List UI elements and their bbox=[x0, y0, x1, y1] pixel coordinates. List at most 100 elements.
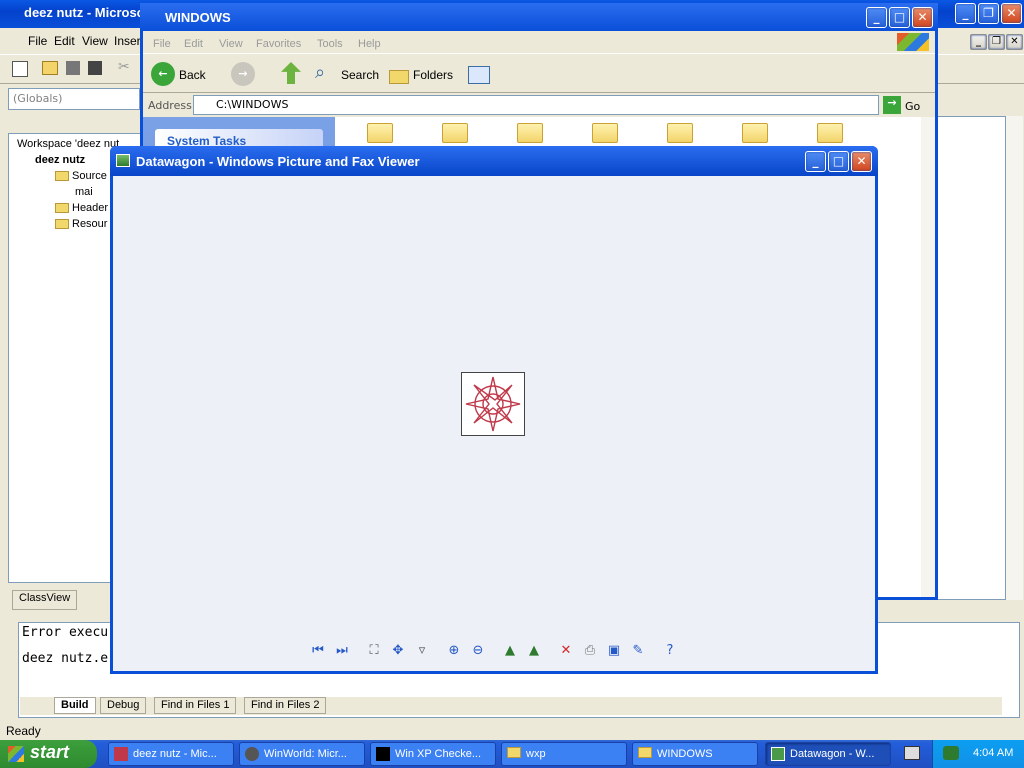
exp-menu-favorites[interactable]: Favorites bbox=[256, 38, 301, 50]
editor-scrollbar[interactable] bbox=[1006, 116, 1023, 600]
vc-menu-edit[interactable]: Edit bbox=[54, 34, 75, 48]
taskbar-item-winworld[interactable]: WinWorld: Micr... bbox=[239, 742, 365, 766]
tab-find-in-files-1[interactable]: Find in Files 1 bbox=[154, 697, 237, 714]
folder-icon[interactable] bbox=[667, 123, 693, 143]
windows-logo-icon bbox=[897, 33, 929, 51]
vc-close-button[interactable]: ✕ bbox=[1001, 3, 1022, 24]
rotate-cw-icon[interactable]: ▲ bbox=[501, 642, 519, 660]
vc-doc-close-button[interactable]: ✕ bbox=[1006, 34, 1023, 50]
slideshow-icon[interactable]: ▿ bbox=[413, 642, 431, 660]
start-button[interactable]: start bbox=[0, 740, 97, 768]
viewer-maximize-button[interactable]: □ bbox=[828, 151, 849, 172]
back-arrow-icon[interactable]: ← bbox=[151, 62, 175, 86]
vc-menu-insert[interactable]: Inser bbox=[114, 34, 141, 48]
explorer-menu-bar: File Edit View Favorites Tools Help bbox=[143, 31, 935, 53]
viewer-title: Datawagon - Windows Picture and Fax View… bbox=[136, 154, 420, 169]
vc-doc-minimize-button[interactable]: _ bbox=[970, 34, 987, 50]
zoom-in-icon[interactable]: ⊕ bbox=[445, 642, 463, 660]
folder-icon bbox=[55, 171, 69, 182]
taskbar-item-wxp[interactable]: wxp bbox=[501, 742, 627, 766]
exp-menu-edit[interactable]: Edit bbox=[184, 38, 203, 50]
clock[interactable]: 4:04 AM bbox=[973, 747, 1013, 759]
open-icon[interactable] bbox=[42, 61, 58, 75]
tree-header-files[interactable]: Header bbox=[55, 202, 108, 214]
explorer-title-bar[interactable]: WINDOWS bbox=[140, 3, 938, 31]
vc-menu-file[interactable]: File bbox=[28, 34, 47, 48]
taskbar-item-datawagon[interactable]: Datawagon - W... bbox=[765, 742, 891, 766]
vc-title: deez nutz - Microso bbox=[24, 5, 145, 20]
go-arrow-icon[interactable]: → bbox=[883, 96, 901, 114]
network-icon[interactable] bbox=[943, 746, 959, 760]
taskbar-item-checked[interactable]: Win XP Checke... bbox=[370, 742, 496, 766]
forward-arrow-icon[interactable]: → bbox=[231, 62, 255, 86]
tab-find-in-files-2[interactable]: Find in Files 2 bbox=[244, 697, 327, 714]
vc-doc-restore-button[interactable]: ❐ bbox=[988, 34, 1005, 50]
exp-menu-file[interactable]: File bbox=[153, 38, 171, 50]
rotate-ccw-icon[interactable]: ▲ bbox=[525, 642, 543, 660]
folder-icon bbox=[55, 219, 69, 230]
tree-source-files[interactable]: Source bbox=[55, 170, 107, 182]
edit-icon[interactable]: ✎ bbox=[629, 642, 647, 660]
browser-icon bbox=[245, 747, 259, 761]
viewer-close-button[interactable]: ✕ bbox=[851, 151, 872, 172]
viewer-minimize-button[interactable]: _ bbox=[805, 151, 826, 172]
folder-icon[interactable] bbox=[592, 123, 618, 143]
go-button[interactable]: Go bbox=[905, 100, 920, 113]
print-icon[interactable]: ⎙ bbox=[581, 642, 599, 660]
explorer-close-button[interactable]: ✕ bbox=[912, 7, 933, 28]
actual-size-icon[interactable]: ✥ bbox=[389, 642, 407, 660]
folder-icon[interactable] bbox=[817, 123, 843, 143]
explorer-minimize-button[interactable]: _ bbox=[866, 7, 887, 28]
address-label: Address bbox=[148, 99, 192, 112]
tab-debug[interactable]: Debug bbox=[100, 697, 147, 714]
next-icon[interactable]: ⏭ bbox=[333, 642, 351, 660]
save-all-icon[interactable] bbox=[88, 61, 102, 75]
cut-icon[interactable]: ✂ bbox=[118, 59, 130, 75]
back-button[interactable]: Back bbox=[179, 68, 206, 82]
picture-viewer-icon bbox=[771, 747, 785, 761]
vc-restore-button[interactable]: ❐ bbox=[978, 3, 999, 24]
taskbar-item-vc[interactable]: deez nutz - Mic... bbox=[108, 742, 234, 766]
tree-resource-files[interactable]: Resour bbox=[55, 218, 107, 230]
best-fit-icon[interactable]: ⛶ bbox=[365, 642, 383, 660]
explorer-toolbar: ← Back → ⌕ Search Folders bbox=[143, 53, 935, 93]
tree-project[interactable]: deez nutz bbox=[35, 154, 85, 166]
folders-icon[interactable] bbox=[389, 70, 409, 84]
tree-workspace[interactable]: Workspace 'deez nut bbox=[17, 138, 119, 150]
zoom-out-icon[interactable]: ⊖ bbox=[469, 642, 487, 660]
exp-menu-view[interactable]: View bbox=[219, 38, 243, 50]
delete-icon[interactable]: ✕ bbox=[557, 642, 575, 660]
vc-app-icon bbox=[114, 747, 128, 761]
system-tray: 4:04 AM bbox=[932, 740, 1024, 768]
explorer-maximize-button[interactable]: □ bbox=[889, 7, 910, 28]
folder-icon[interactable] bbox=[442, 123, 468, 143]
folder-icon[interactable] bbox=[517, 123, 543, 143]
search-button[interactable]: Search bbox=[341, 68, 379, 82]
previous-icon[interactable]: ⏮ bbox=[309, 642, 327, 660]
folder-icon[interactable] bbox=[367, 123, 393, 143]
viewer-title-bar[interactable]: Datawagon - Windows Picture and Fax View… bbox=[110, 146, 878, 176]
picture-image[interactable] bbox=[461, 372, 525, 436]
tab-build[interactable]: Build bbox=[54, 697, 96, 714]
tab-classview[interactable]: ClassView bbox=[12, 590, 78, 610]
up-folder-icon[interactable] bbox=[281, 62, 301, 84]
save-icon[interactable]: ▣ bbox=[605, 642, 623, 660]
tree-main-file[interactable]: mai bbox=[75, 186, 93, 198]
help-icon[interactable]: ? bbox=[661, 642, 679, 660]
save-icon[interactable] bbox=[66, 61, 80, 75]
exp-menu-help[interactable]: Help bbox=[358, 38, 381, 50]
search-icon[interactable]: ⌕ bbox=[315, 62, 325, 83]
taskbar-item-windows[interactable]: WINDOWS bbox=[632, 742, 758, 766]
keyboard-icon[interactable] bbox=[904, 746, 920, 760]
folder-icon[interactable] bbox=[742, 123, 768, 143]
globals-combo[interactable]: (Globals) bbox=[8, 88, 140, 110]
exp-menu-tools[interactable]: Tools bbox=[317, 38, 343, 50]
status-text: Ready bbox=[6, 724, 41, 738]
views-icon[interactable] bbox=[468, 66, 490, 84]
vc-minimize-button[interactable]: _ bbox=[955, 3, 976, 24]
explorer-scrollbar[interactable] bbox=[921, 117, 935, 597]
new-file-icon[interactable] bbox=[12, 61, 28, 77]
address-field[interactable]: C:\WINDOWS bbox=[193, 95, 879, 115]
folders-button[interactable]: Folders bbox=[413, 68, 453, 82]
vc-menu-view[interactable]: View bbox=[82, 34, 108, 48]
